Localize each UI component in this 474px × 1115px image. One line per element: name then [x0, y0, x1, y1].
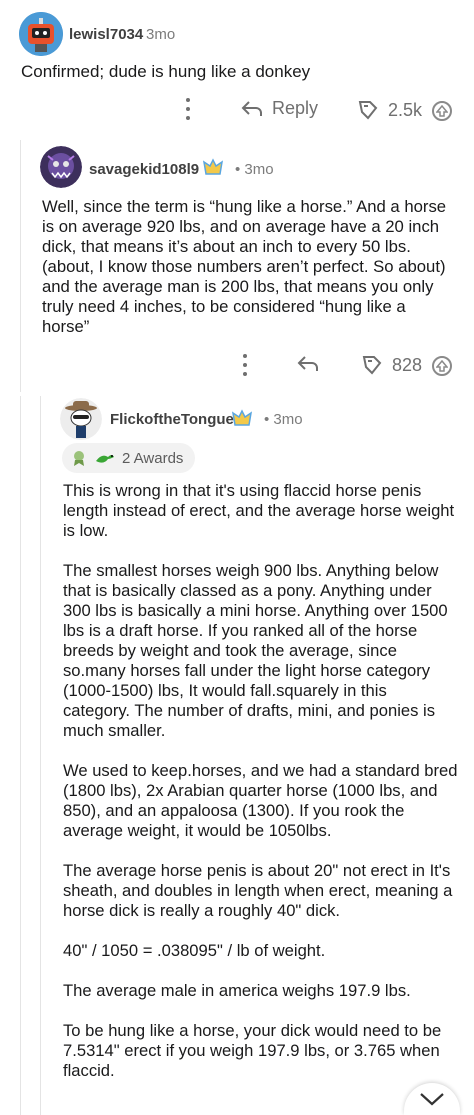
avatar[interactable]: [40, 146, 82, 188]
timestamp: 3mo: [146, 26, 176, 43]
upvote-icon: [436, 105, 448, 117]
username[interactable]: lewisl7034: [69, 26, 143, 43]
reply-label: Reply: [272, 98, 319, 118]
upvote-button[interactable]: [432, 101, 452, 121]
paragraph: The average horse penis is about 20" not…: [63, 861, 453, 920]
award-icon: [362, 356, 382, 375]
comment-lewisl7034: lewisl7034 3mo Confirmed; dude is hung l…: [0, 0, 474, 135]
paragraph: We used to keep.horses, and we had a sta…: [63, 761, 458, 840]
lizard-award-icon: [96, 455, 114, 463]
award-button[interactable]: 828: [360, 353, 422, 377]
timestamp: • 3mo: [264, 411, 303, 428]
paragraph: The smallest horses weigh 900 lbs. Anyth…: [63, 561, 448, 740]
comment-body: Confirmed; dude is hung like a donkey: [21, 62, 311, 81]
thread-line: [20, 140, 21, 392]
upvote-icon: [436, 360, 448, 372]
user-flair-icon: [231, 409, 253, 429]
paragraph: This is wrong in that it's using flaccid…: [63, 481, 455, 540]
paragraph: 40" / 1050 = .038095" / lb of weight.: [63, 941, 326, 960]
chevron-down-icon: [420, 1093, 444, 1106]
username[interactable]: savagekid108l9: [89, 161, 199, 178]
user-flair-icon: [202, 158, 224, 178]
snoo-cowboy-avatar-icon: [60, 398, 102, 440]
robot-avatar-icon: [19, 12, 63, 56]
reply-arrow-icon: [297, 356, 318, 371]
awards-pill[interactable]: 2 Awards: [62, 443, 196, 473]
thread-line: [40, 396, 41, 1115]
timestamp: • 3mo: [235, 161, 274, 178]
paragraph: To be hung like a horse, your dick would…: [63, 1021, 442, 1080]
more-options-button[interactable]: [242, 354, 248, 376]
username[interactable]: FlickoftheTongue: [110, 411, 234, 428]
vote-count: 828: [392, 354, 423, 375]
reply-button[interactable]: Reply: [240, 98, 318, 119]
awards-label: 2 Awards: [122, 449, 184, 467]
avatar[interactable]: [60, 398, 102, 440]
award-icon: [74, 451, 84, 466]
award-icon: [358, 101, 378, 120]
paragraph: The average male in america weighs 197.9…: [63, 981, 411, 1000]
upvote-button[interactable]: [432, 356, 452, 376]
more-options-button[interactable]: [185, 98, 191, 120]
reply-arrow-icon: [241, 100, 262, 116]
reply-button[interactable]: [296, 354, 320, 374]
comment-body: This is wrong in that it's using flaccid…: [63, 481, 458, 1101]
monster-avatar-icon: [40, 146, 82, 188]
comment-body: Well, since the term is “hung like a hor…: [42, 197, 447, 336]
thread-line: [20, 396, 21, 1115]
avatar[interactable]: [19, 12, 63, 56]
award-button[interactable]: 2.5k: [356, 98, 422, 122]
vote-count: 2.5k: [388, 99, 423, 120]
